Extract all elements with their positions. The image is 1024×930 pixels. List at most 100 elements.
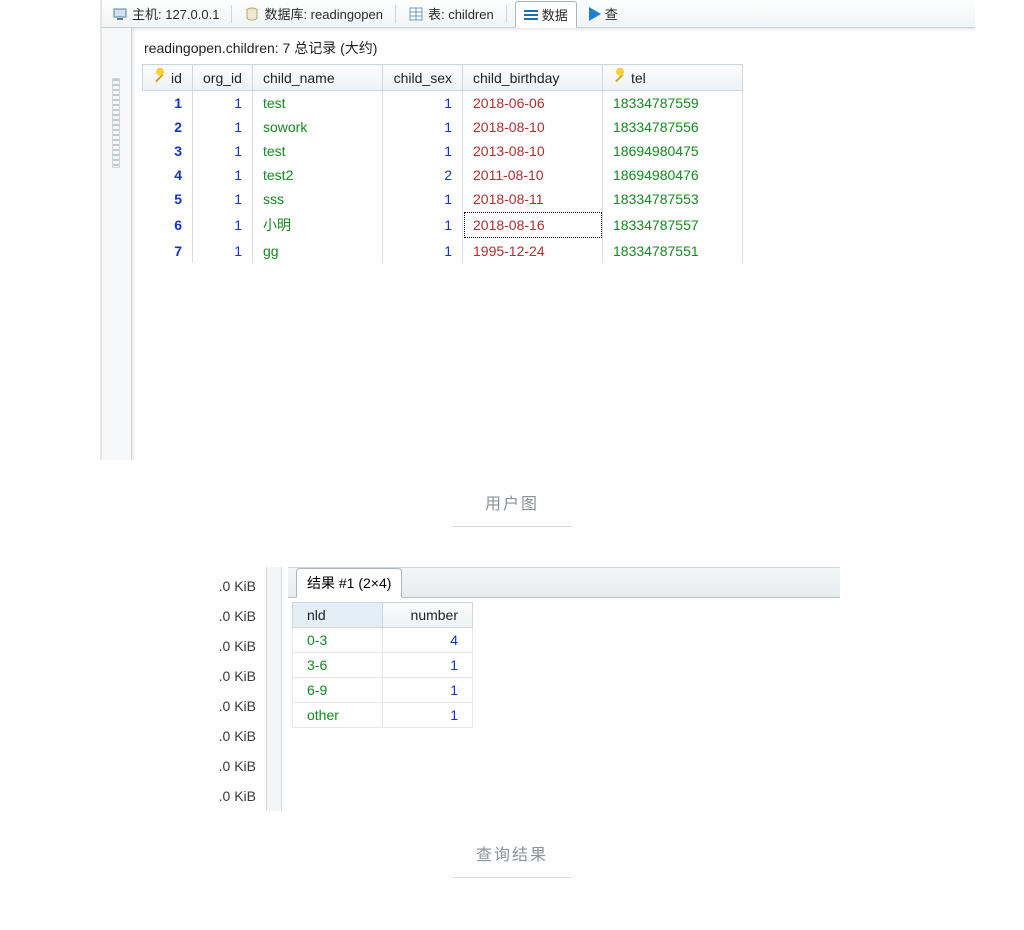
- col-number[interactable]: number: [383, 603, 473, 628]
- size-value: .0 KiB: [180, 571, 260, 601]
- table-row[interactable]: 51sss12018-08-1118334787553: [143, 187, 743, 211]
- size-value: .0 KiB: [180, 661, 260, 691]
- cell-child-name[interactable]: test: [253, 91, 383, 116]
- col-child-name[interactable]: child_name: [253, 65, 383, 91]
- table-row[interactable]: 11test12018-06-0618334787559: [143, 91, 743, 116]
- tab-data[interactable]: 数据: [515, 1, 577, 28]
- caption-separator: [452, 877, 572, 878]
- table-row[interactable]: 41test222011-08-1018694980476: [143, 163, 743, 187]
- data-grid-window: 主机: 127.0.0.1 数据库: readingopen 表: childr…: [100, 0, 975, 460]
- size-value: .0 KiB: [180, 751, 260, 781]
- cell-number[interactable]: 1: [383, 703, 473, 728]
- size-value: .0 KiB: [180, 601, 260, 631]
- cell-org-id[interactable]: 1: [193, 115, 253, 139]
- cell-id[interactable]: 4: [143, 163, 193, 187]
- cell-id[interactable]: 1: [143, 91, 193, 116]
- col-child-sex[interactable]: child_sex: [383, 65, 463, 91]
- cell-child-birthday[interactable]: 1995-12-24: [463, 239, 603, 263]
- cell-org-id[interactable]: 1: [193, 163, 253, 187]
- table-crumb[interactable]: 表: children: [404, 2, 498, 25]
- cell-nld[interactable]: other: [293, 703, 383, 728]
- cell-child-name[interactable]: test2: [253, 163, 383, 187]
- cell-child-sex[interactable]: 1: [383, 211, 463, 239]
- cell-id[interactable]: 5: [143, 187, 193, 211]
- cell-child-name[interactable]: sss: [253, 187, 383, 211]
- table-icon: [408, 6, 424, 22]
- cell-number[interactable]: 1: [383, 653, 473, 678]
- cell-number[interactable]: 1: [383, 678, 473, 703]
- host-crumb[interactable]: 主机: 127.0.0.1: [108, 2, 223, 25]
- cell-id[interactable]: 6: [143, 211, 193, 239]
- table-row[interactable]: 61小明12018-08-1618334787557: [143, 211, 743, 239]
- cell-nld[interactable]: 6-9: [293, 678, 383, 703]
- cell-tel[interactable]: 18334787559: [603, 91, 743, 116]
- grid-area: readingopen.children: 7 总记录 (大约) id org_…: [132, 28, 975, 460]
- cell-tel[interactable]: 18694980475: [603, 139, 743, 163]
- toolbar: 主机: 127.0.0.1 数据库: readingopen 表: childr…: [102, 0, 975, 28]
- host-label: 主机: 127.0.0.1: [132, 4, 219, 23]
- col-id[interactable]: id: [143, 65, 193, 91]
- splitter-gutter[interactable]: [266, 567, 282, 811]
- cell-org-id[interactable]: 1: [193, 91, 253, 116]
- cell-child-birthday[interactable]: 2011-08-10: [463, 163, 603, 187]
- tab-result-1[interactable]: 结果 #1 (2×4): [296, 568, 402, 598]
- cell-number[interactable]: 4: [383, 628, 473, 653]
- result-table[interactable]: nld number 0-343-616-91other1: [292, 602, 473, 728]
- table-row[interactable]: 21sowork12018-08-1018334787556: [143, 115, 743, 139]
- cell-id[interactable]: 3: [143, 139, 193, 163]
- cell-child-sex[interactable]: 2: [383, 163, 463, 187]
- play-icon: [589, 7, 601, 21]
- cell-child-sex[interactable]: 1: [383, 91, 463, 116]
- cell-child-birthday[interactable]: 2018-08-16: [463, 211, 603, 239]
- database-crumb[interactable]: 数据库: readingopen: [240, 2, 387, 25]
- table-row[interactable]: 71gg11995-12-2418334787551: [143, 239, 743, 263]
- cell-child-birthday[interactable]: 2018-08-11: [463, 187, 603, 211]
- cell-child-name[interactable]: gg: [253, 239, 383, 263]
- cell-nld[interactable]: 3-6: [293, 653, 383, 678]
- cell-nld[interactable]: 0-3: [293, 628, 383, 653]
- cell-child-name[interactable]: test: [253, 139, 383, 163]
- table-row[interactable]: 3-61: [293, 653, 473, 678]
- cell-child-sex[interactable]: 1: [383, 187, 463, 211]
- cell-child-sex[interactable]: 1: [383, 115, 463, 139]
- cell-tel[interactable]: 18334787556: [603, 115, 743, 139]
- table-row[interactable]: other1: [293, 703, 473, 728]
- cell-id[interactable]: 7: [143, 239, 193, 263]
- table-row[interactable]: 31test12013-08-1018694980475: [143, 139, 743, 163]
- run-label: 查: [605, 4, 618, 23]
- cell-child-sex[interactable]: 1: [383, 139, 463, 163]
- cell-tel[interactable]: 18334787557: [603, 211, 743, 239]
- table-label: 表: children: [428, 4, 494, 23]
- cell-tel[interactable]: 18334787551: [603, 239, 743, 263]
- col-org-id[interactable]: org_id: [193, 65, 253, 91]
- result-tabstrip: 结果 #1 (2×4): [288, 568, 840, 598]
- cell-org-id[interactable]: 1: [193, 187, 253, 211]
- col-tel[interactable]: tel: [603, 65, 743, 91]
- cell-org-id[interactable]: 1: [193, 239, 253, 263]
- col-child-birthday[interactable]: child_birthday: [463, 65, 603, 91]
- cell-child-name[interactable]: 小明: [253, 211, 383, 239]
- col-nld[interactable]: nld: [293, 603, 383, 628]
- cell-org-id[interactable]: 1: [193, 139, 253, 163]
- table-row[interactable]: 0-34: [293, 628, 473, 653]
- cell-child-birthday[interactable]: 2018-08-10: [463, 115, 603, 139]
- sidebar-collapsed[interactable]: [102, 28, 132, 460]
- run-query-button[interactable]: 查: [585, 2, 622, 25]
- tab-data-label: 数据: [542, 5, 568, 24]
- separator: [395, 5, 396, 23]
- cell-child-birthday[interactable]: 2018-06-06: [463, 91, 603, 116]
- table-row[interactable]: 6-91: [293, 678, 473, 703]
- cell-id[interactable]: 2: [143, 115, 193, 139]
- cell-tel[interactable]: 18334787553: [603, 187, 743, 211]
- drag-handle[interactable]: [112, 78, 120, 168]
- cell-child-birthday[interactable]: 2013-08-10: [463, 139, 603, 163]
- key-icon: [610, 66, 630, 86]
- separator: [506, 5, 507, 23]
- size-column: .0 KiB.0 KiB.0 KiB.0 KiB.0 KiB.0 KiB.0 K…: [180, 567, 260, 811]
- cell-tel[interactable]: 18694980476: [603, 163, 743, 187]
- cell-child-name[interactable]: sowork: [253, 115, 383, 139]
- cell-org-id[interactable]: 1: [193, 211, 253, 239]
- cell-child-sex[interactable]: 1: [383, 239, 463, 263]
- data-table[interactable]: id org_id child_name child_sex child_bir…: [142, 64, 743, 263]
- query-result-window: .0 KiB.0 KiB.0 KiB.0 KiB.0 KiB.0 KiB.0 K…: [180, 567, 840, 811]
